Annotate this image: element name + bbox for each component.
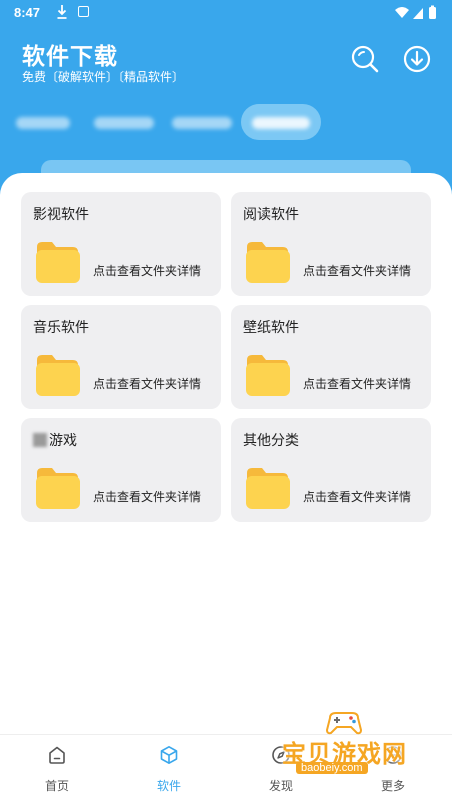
site-watermark: 宝贝游戏网 baobeiy.com	[276, 708, 444, 782]
folder-details-link[interactable]: 点击查看文件夹详情	[303, 262, 411, 279]
nav-software[interactable]: 软件	[129, 735, 209, 798]
tab-label-blurred	[94, 117, 154, 130]
category-card-music[interactable]: 音乐软件 点击查看文件夹详情	[21, 305, 221, 409]
category-card-games[interactable]: 游戏 点击查看文件夹详情	[21, 418, 221, 522]
folder-icon	[36, 355, 80, 396]
download-status-icon	[57, 5, 67, 19]
status-time: 8:47	[14, 5, 41, 20]
tab-label-blurred	[252, 117, 310, 130]
signal-battery-icon	[395, 5, 436, 19]
gamepad-icon	[325, 712, 363, 735]
category-grid: 影视软件 点击查看文件夹详情 阅读软件 点击查看文件夹详情 音乐软件 点击查看文…	[0, 173, 452, 733]
category-title: 其他分类	[243, 432, 299, 448]
nav-software-label: 软件	[156, 779, 181, 793]
category-title: 音乐软件	[33, 319, 89, 335]
category-title: 阅读软件	[243, 206, 299, 222]
page-title: 软件下载	[22, 43, 118, 69]
category-title: 壁纸软件	[243, 319, 299, 335]
folder-details-link[interactable]: 点击查看文件夹详情	[93, 488, 201, 505]
category-card-wallpaper[interactable]: 壁纸软件 点击查看文件夹详情	[231, 305, 431, 409]
tab-2[interactable]	[86, 104, 162, 140]
folder-details-link[interactable]: 点击查看文件夹详情	[303, 488, 411, 505]
folder-icon	[246, 468, 290, 509]
blurred-text	[33, 433, 47, 447]
tab-label-blurred	[172, 117, 232, 130]
folder-details-link[interactable]: 点击查看文件夹详情	[93, 262, 201, 279]
cube-icon	[160, 746, 178, 764]
nav-home[interactable]: 首页	[17, 735, 97, 798]
download-icon[interactable]	[402, 44, 432, 74]
category-title: 游戏	[33, 430, 77, 450]
category-card-film[interactable]: 影视软件 点击查看文件夹详情	[21, 192, 221, 296]
tab-label-blurred	[16, 117, 70, 130]
home-icon	[49, 746, 65, 764]
category-tabs	[0, 104, 452, 142]
tab-3[interactable]	[164, 104, 240, 140]
page-subtitle: 免费〔破解软件〕〔精品软件〕	[22, 70, 185, 84]
nav-home-label: 首页	[44, 779, 69, 793]
notification-status-icon	[78, 6, 89, 17]
folder-icon	[36, 242, 80, 283]
tab-1[interactable]	[8, 104, 78, 140]
folder-icon	[36, 468, 80, 509]
folder-details-link[interactable]: 点击查看文件夹详情	[303, 375, 411, 392]
folder-icon	[246, 355, 290, 396]
tab-4-active[interactable]	[241, 104, 321, 140]
folder-icon	[246, 242, 290, 283]
category-card-reading[interactable]: 阅读软件 点击查看文件夹详情	[231, 192, 431, 296]
category-card-other[interactable]: 其他分类 点击查看文件夹详情	[231, 418, 431, 522]
folder-details-link[interactable]: 点击查看文件夹详情	[93, 375, 201, 392]
search-icon[interactable]	[350, 44, 380, 74]
category-title: 影视软件	[33, 206, 89, 222]
status-bar: 8:47	[0, 0, 452, 28]
watermark-url: baobeiy.com	[296, 762, 368, 774]
